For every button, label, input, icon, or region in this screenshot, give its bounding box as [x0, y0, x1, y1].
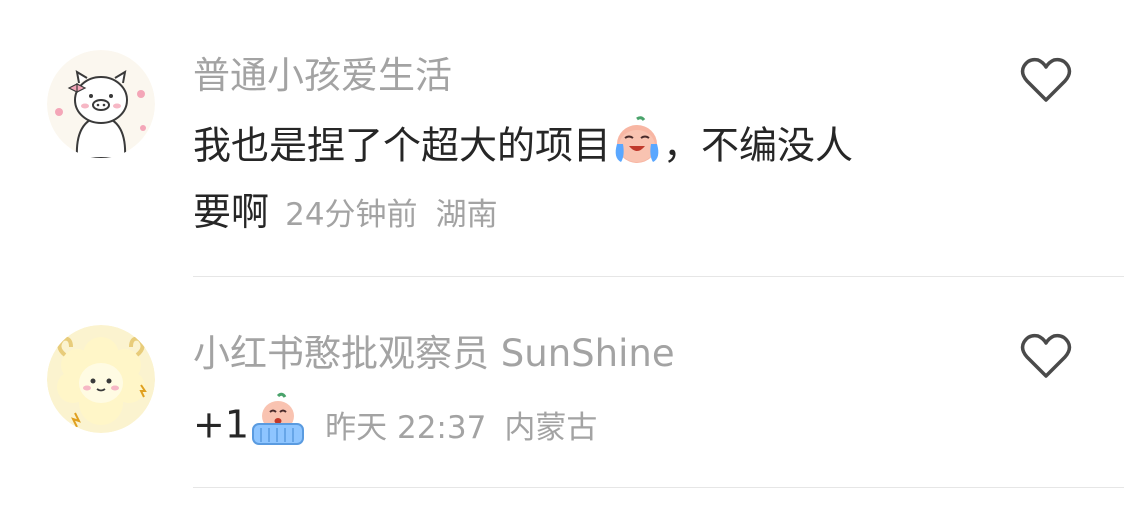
comment-location: 内蒙古 — [504, 409, 598, 446]
comment-text: 要啊 — [193, 190, 270, 234]
user-avatar[interactable] — [47, 50, 155, 158]
user-avatar[interactable] — [47, 325, 155, 433]
comment-time: 24分钟前 — [285, 197, 418, 233]
like-button[interactable] — [1020, 332, 1072, 380]
comment-text: ，不编没人 — [663, 123, 854, 168]
comment-text: +1 — [193, 402, 250, 447]
comment-text: 我也是捏了个超大的项目 — [193, 123, 612, 168]
comment-text-line-1: 我也是捏了个超大的项目 ，不编没人 — [193, 116, 854, 172]
crying-blanket-emoji-icon — [249, 392, 307, 452]
comment-username[interactable]: 小红书憨批观察员 SunShine — [193, 335, 675, 372]
comment-text-line-1: +1 昨天 22:37 内蒙古 — [193, 392, 598, 452]
comment-item: 小红书憨批观察员 SunShine +1 昨天 22:37 内蒙古 — [0, 277, 1124, 519]
comment-text-line-2: 要啊 24分钟前 湖南 — [193, 193, 498, 231]
pig-avatar-icon — [47, 50, 155, 158]
comment-location: 湖南 — [435, 197, 498, 233]
comment-item: 普通小孩爱生活 我也是捏了个超大的项目 ，不编没人 要啊 24分钟前 湖南 — [0, 0, 1124, 277]
comment-time: 昨天 22:37 — [325, 409, 487, 446]
like-button[interactable] — [1020, 56, 1072, 104]
comment-divider — [193, 487, 1124, 488]
crying-face-emoji-icon — [611, 116, 663, 172]
comment-username[interactable]: 普通小孩爱生活 — [193, 57, 452, 94]
heart-outline-icon — [1020, 57, 1072, 102]
heart-outline-icon — [1020, 333, 1072, 378]
sheep-avatar-icon — [47, 325, 155, 433]
